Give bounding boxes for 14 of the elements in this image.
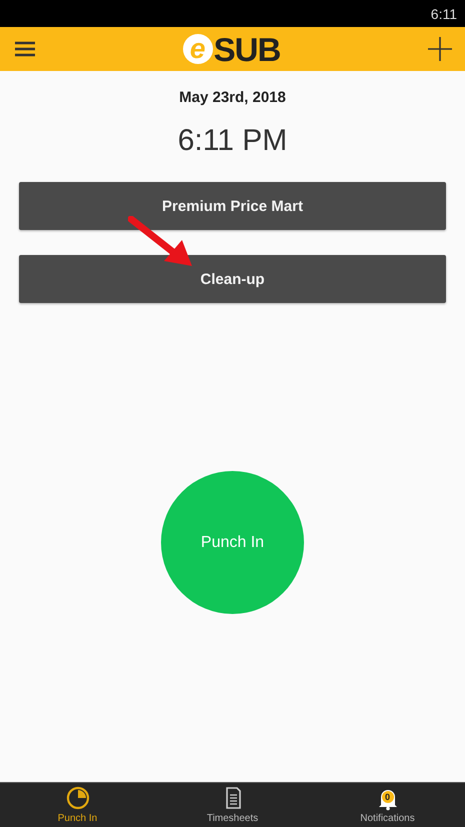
add-icon[interactable] <box>427 36 453 62</box>
date-text: May 23rd, 2018 <box>178 89 287 106</box>
arrow-annotation <box>128 216 194 268</box>
nav-tab[interactable]: Timesheets <box>155 783 310 827</box>
clock-icon <box>64 785 90 811</box>
nav-tab[interactable]: Punch In <box>0 783 155 827</box>
time-text: 6:11 PM <box>176 124 288 158</box>
logo-text: SUB <box>214 32 280 66</box>
job-button[interactable]: Premium Price Mart <box>19 182 446 230</box>
nav-tab[interactable]: 0 Notifications <box>310 783 465 827</box>
job-button[interactable]: Clean-up <box>19 255 446 303</box>
menu-icon[interactable] <box>14 40 36 58</box>
logo-mark: e <box>182 34 213 64</box>
status-time: 6:11 <box>430 6 457 22</box>
